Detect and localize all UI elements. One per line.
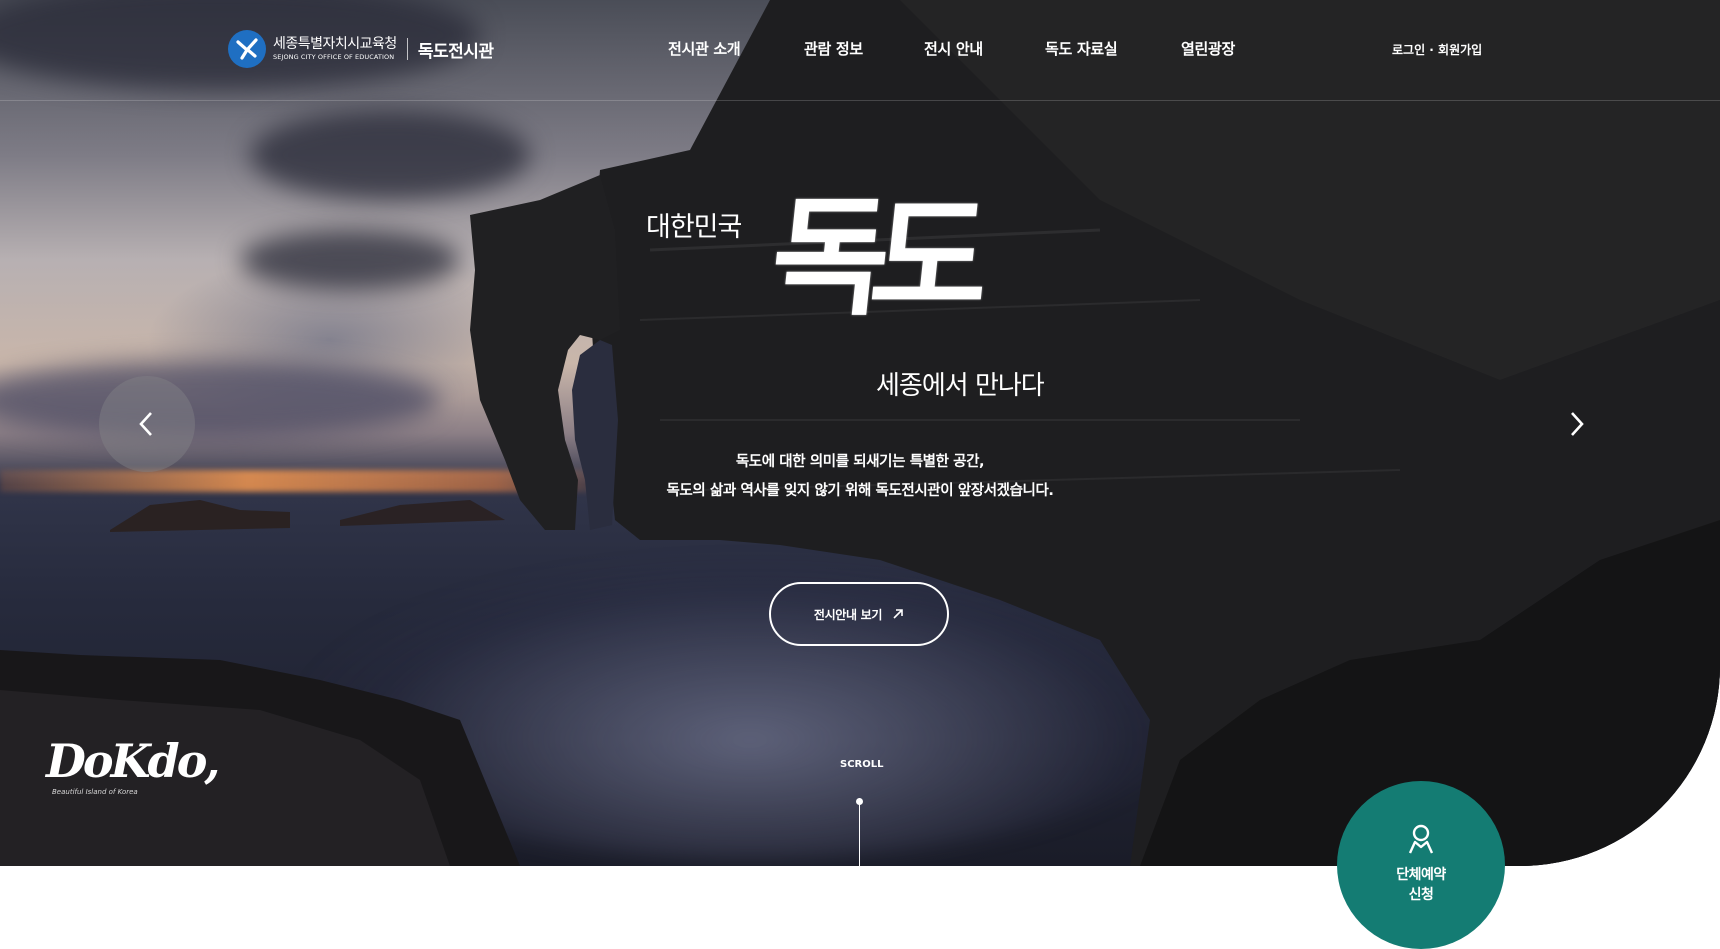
hero-post-title: 세종에서 만나다 [876, 371, 1045, 401]
org-name-ko: 세종특별자치시교육청 [273, 36, 397, 52]
scroll-label: SCROLL [840, 759, 884, 770]
logo-divider [406, 38, 408, 60]
org-name-en: SEJONG CITY OFFICE OF EDUCATION [273, 53, 395, 61]
login-signup-link[interactable]: 로그인 · 회원가입 [1392, 41, 1482, 58]
hero-pre-title: 대한민국 [646, 212, 742, 243]
cta-label: 전시안내 보기 [813, 607, 883, 622]
nav-item-exhibition[interactable]: 전시 안내 [924, 38, 983, 59]
view-exhibition-button[interactable]: 전시안내 보기 [769, 582, 949, 646]
reservation-label: 단체예약 신청 [1337, 865, 1505, 905]
hero-banner: 세종특별자치시교육청 SEJONG CITY OFFICE OF EDUCATI… [0, 0, 1720, 866]
person-icon [1408, 824, 1434, 854]
hero-title: 독도 [764, 183, 980, 333]
arrow-up-right-icon [893, 609, 903, 619]
dokdo-logo-sub: Beautiful Island of Korea [52, 788, 138, 796]
nav-item-visit-info[interactable]: 관람 정보 [804, 38, 863, 59]
site-header: 세종특별자치시교육청 SEJONG CITY OFFICE OF EDUCATI… [0, 0, 1720, 101]
hero-desc-line2: 독도의 삶과 역사를 잊지 않기 위해 독도전시관이 앞장서겠습니다. [666, 483, 1054, 499]
site-name: 독도전시관 [417, 41, 494, 62]
nav-item-archive[interactable]: 독도 자료실 [1045, 38, 1118, 59]
site-logo[interactable]: 세종특별자치시교육청 SEJONG CITY OFFICE OF EDUCATI… [228, 30, 494, 68]
rock-formation [0, 0, 1720, 866]
group-reservation-button[interactable]: 단체예약 신청 [1337, 781, 1505, 949]
nav-item-about[interactable]: 전시관 소개 [668, 38, 741, 59]
dokdo-logo: DoKdo, Beautiful Island of Korea [46, 734, 220, 796]
next-slide-button[interactable] [1556, 404, 1596, 444]
reservation-line2: 신청 [1408, 887, 1434, 903]
chevron-right-icon [1571, 412, 1584, 436]
hero-desc-line1: 독도에 대한 의미를 되새기는 특별한 공간, [735, 454, 985, 470]
dokdo-logo-word: DoKdo, [46, 734, 220, 788]
chevron-left-icon [139, 412, 152, 436]
reservation-line1: 단체예약 [1396, 867, 1446, 883]
prev-slide-button[interactable] [99, 376, 195, 472]
hero-description: 독도에 대한 의미를 되새기는 특별한 공간, 독도의 삶과 역사를 잊지 않기… [560, 448, 1160, 506]
scroll-indicator-line[interactable] [859, 798, 860, 866]
education-office-emblem-icon [228, 30, 266, 68]
nav-item-open-square[interactable]: 열린광장 [1181, 38, 1235, 59]
